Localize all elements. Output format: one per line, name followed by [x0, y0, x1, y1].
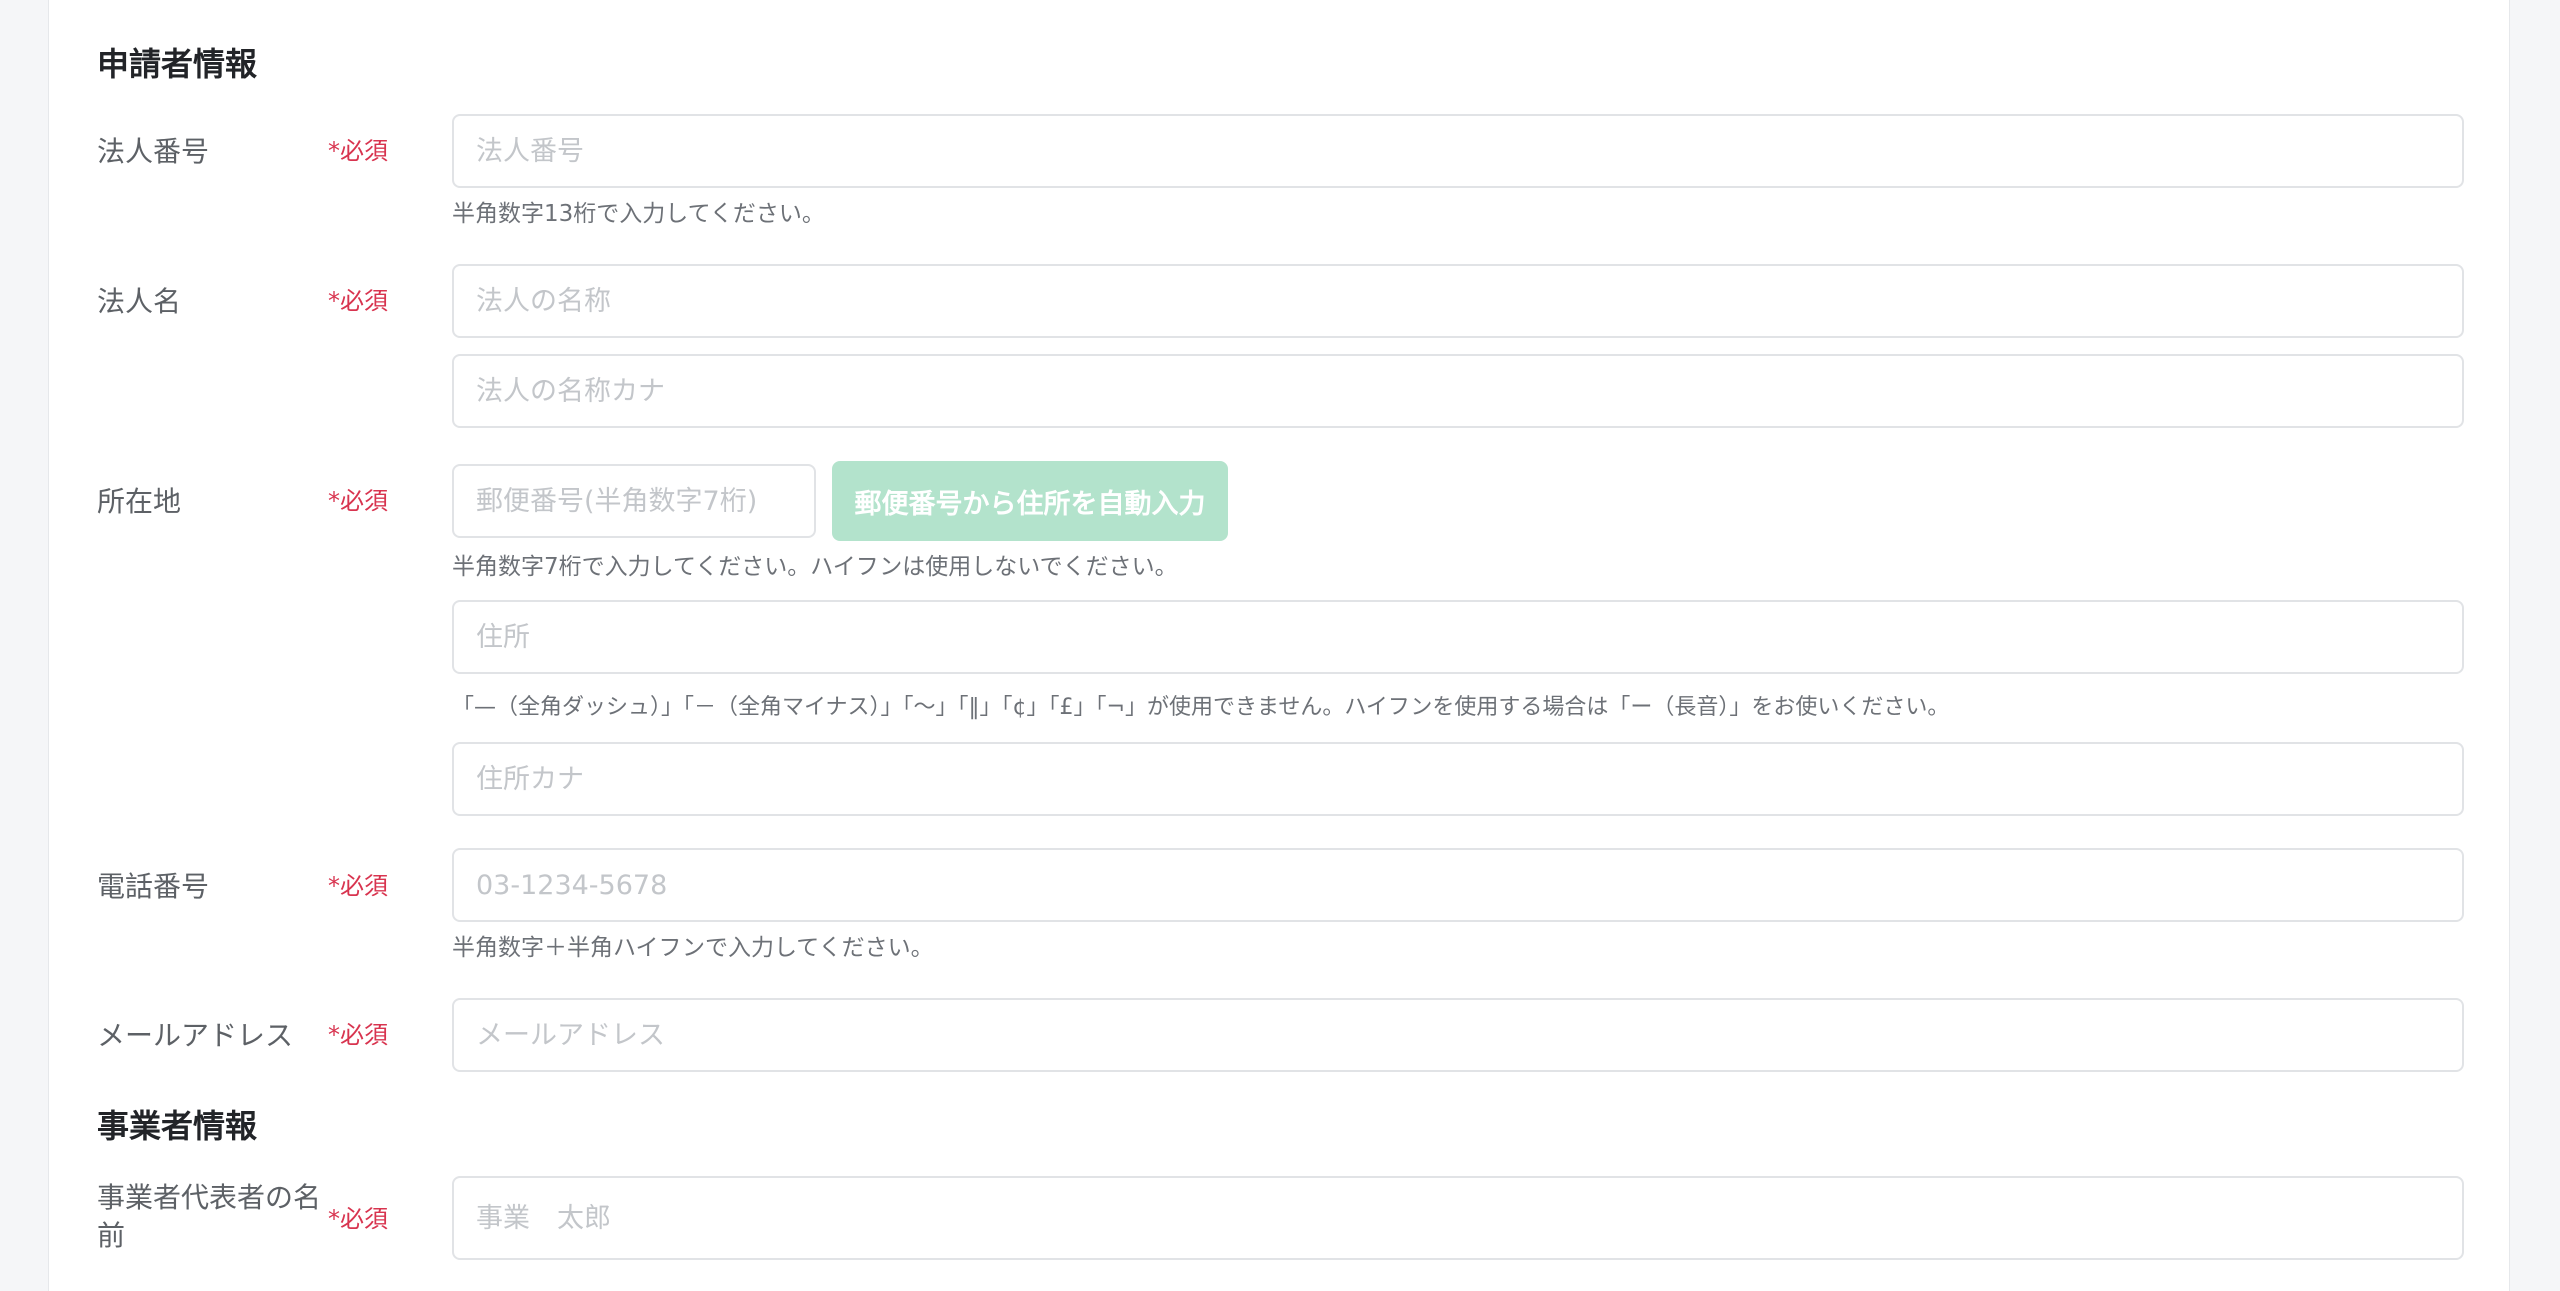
corporate-name-kana-input[interactable] — [452, 354, 2464, 428]
required-badge: *必須 — [328, 1205, 388, 1233]
required-badge: *必須 — [328, 872, 388, 900]
phone-label: 電話番号 — [97, 870, 210, 903]
required-badge: *必須 — [328, 1021, 388, 1049]
email-label: メールアドレス — [97, 1019, 294, 1052]
applicant-section-title: 申請者情報 — [97, 45, 258, 83]
address-label: 所在地 — [97, 485, 182, 518]
address-input[interactable] — [452, 600, 2464, 674]
required-badge: *必須 — [328, 487, 388, 515]
address-hint: 「—（全角ダッシュ）」「－（全角マイナス）」「〜」「‖」「¢」「£」「¬」が使用… — [452, 695, 1950, 720]
postal-code-hint: 半角数字7桁で入力してください。ハイフンは使用しないでください。 — [452, 554, 1178, 580]
phone-input[interactable] — [452, 848, 2464, 922]
address-kana-input[interactable] — [452, 742, 2464, 816]
phone-hint: 半角数字＋半角ハイフンで入力してください。 — [452, 935, 934, 961]
auto-fill-address-button[interactable]: 郵便番号から住所を自動入力 — [832, 461, 1228, 541]
representative-name-label: 事業者代表者の名前 — [97, 1181, 322, 1252]
representative-name-input[interactable] — [452, 1176, 2464, 1260]
business-section-title: 事業者情報 — [97, 1107, 258, 1145]
email-input[interactable] — [452, 998, 2464, 1072]
corporate-number-input[interactable] — [452, 114, 2464, 188]
postal-code-input[interactable] — [452, 464, 816, 538]
corporate-name-input[interactable] — [452, 264, 2464, 338]
required-badge: *必須 — [328, 287, 388, 315]
corporate-name-label: 法人名 — [97, 285, 182, 318]
corporate-number-label: 法人番号 — [97, 135, 210, 168]
corporate-number-hint: 半角数字13桁で入力してください。 — [452, 201, 825, 227]
required-badge: *必須 — [328, 137, 388, 165]
